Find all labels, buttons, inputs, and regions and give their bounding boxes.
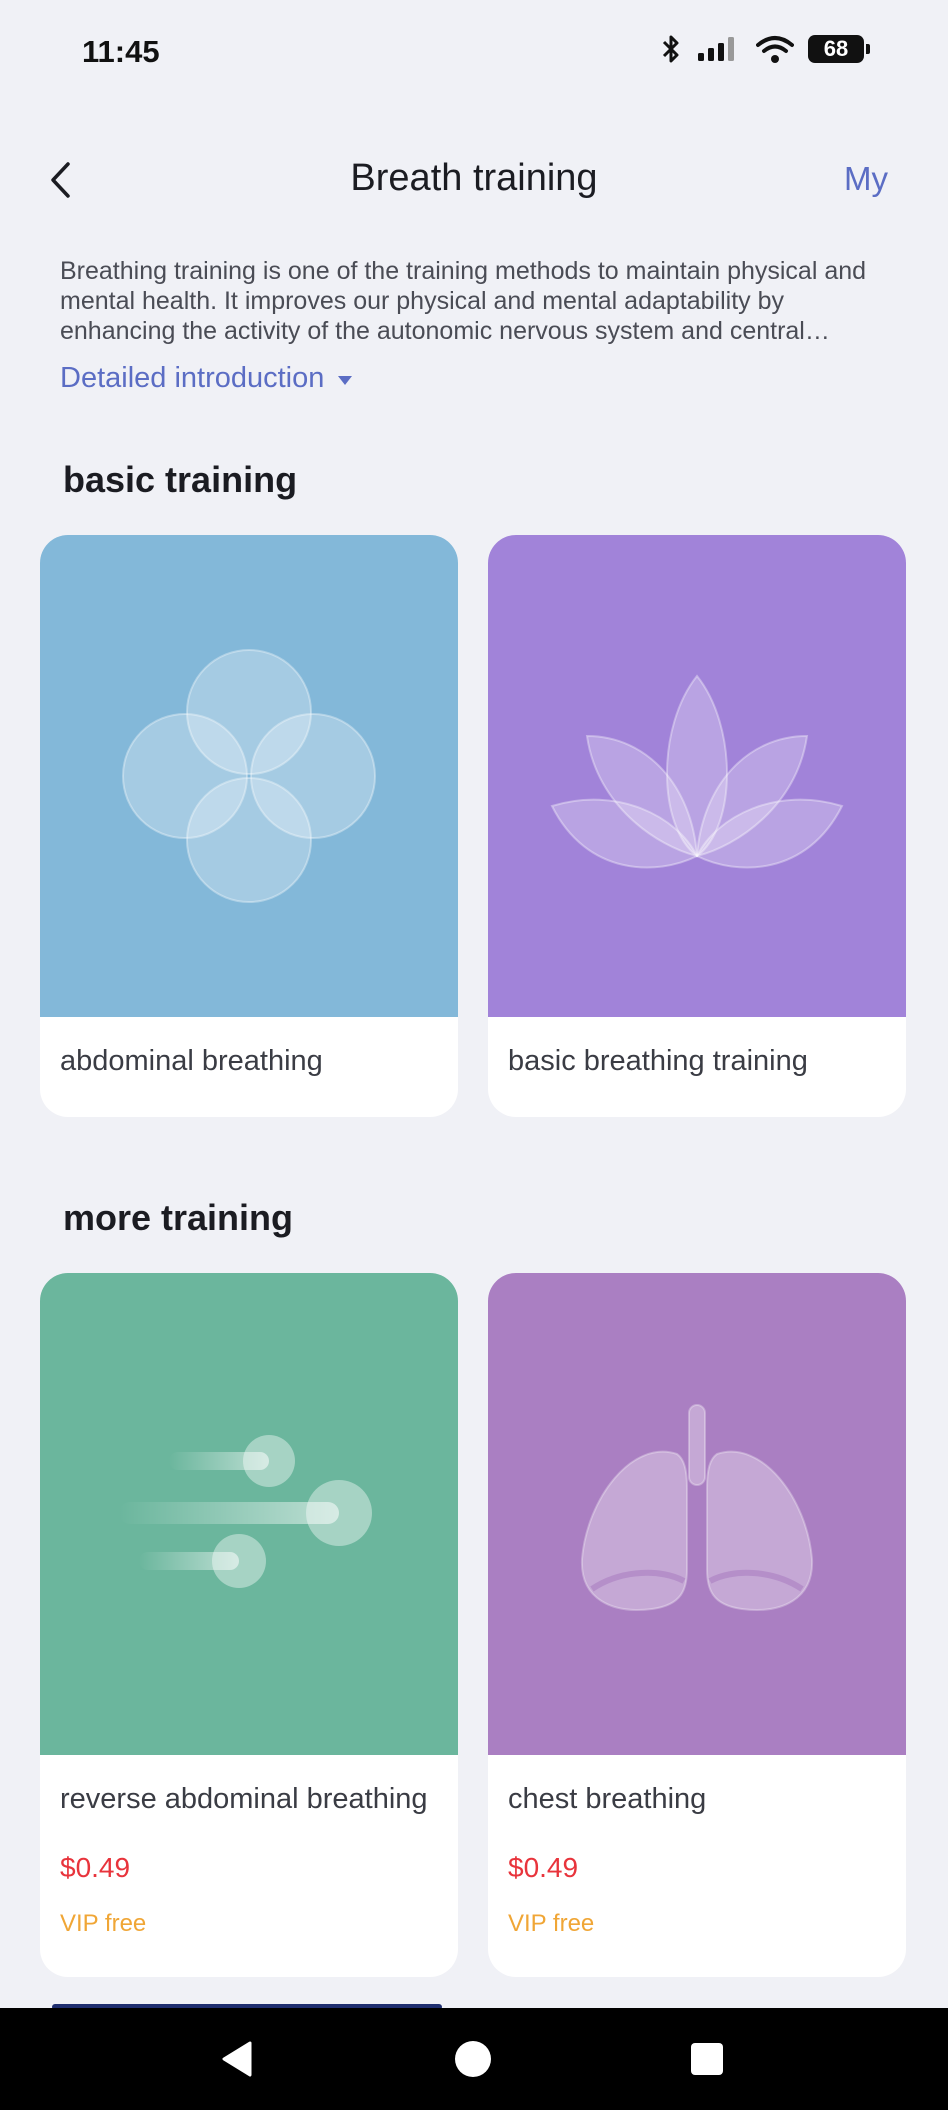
- card-title: basic breathing training: [508, 1045, 808, 1077]
- circle-home-icon: [455, 2041, 491, 2077]
- lotus-icon: [550, 674, 844, 869]
- nav-home-button[interactable]: [423, 2008, 523, 2110]
- detailed-introduction-label: Detailed introduction: [60, 362, 325, 394]
- card-vip-label: VIP free: [60, 1910, 147, 1937]
- status-icons: 68: [660, 34, 870, 64]
- card-art: [40, 1273, 458, 1755]
- signal-icon: [698, 37, 734, 61]
- card-price: $0.49: [508, 1852, 579, 1883]
- header: Breath training My: [0, 140, 948, 220]
- card-title: reverse abdominal breathing: [60, 1783, 428, 1815]
- card-abdominal-breathing[interactable]: abdominal breathing: [40, 535, 458, 1117]
- lungs-icon: [580, 1404, 814, 1611]
- status-time: 11:45: [82, 34, 160, 69]
- wind-icon: [119, 1435, 372, 1588]
- card-art: [488, 535, 906, 1017]
- nav-back-button[interactable]: [188, 2008, 288, 2110]
- detailed-introduction-link[interactable]: Detailed introduction: [60, 362, 353, 395]
- card-vip-label: VIP free: [508, 1910, 595, 1937]
- bluetooth-icon: [662, 35, 679, 63]
- card-art: [488, 1273, 906, 1755]
- card-chest-breathing[interactable]: chest breathing $0.49 VIP free: [488, 1273, 906, 1977]
- card-reverse-abdominal-breathing[interactable]: reverse abdominal breathing $0.49 VIP fr…: [40, 1273, 458, 1977]
- nav-recents-button[interactable]: [657, 2008, 757, 2110]
- status-bar: 11:45 68: [0, 0, 948, 110]
- four-circles-icon: [122, 649, 376, 903]
- caret-down-icon: [338, 375, 353, 385]
- card-basic-breathing-training[interactable]: basic breathing training: [488, 535, 906, 1117]
- section-title-more: more training: [63, 1197, 294, 1238]
- card-price: $0.49: [60, 1852, 131, 1883]
- card-title: chest breathing: [508, 1783, 707, 1815]
- section-title-basic: basic training: [63, 459, 298, 500]
- triangle-back-icon: [222, 2041, 252, 2077]
- navigation-bar: [0, 2008, 948, 2110]
- card-art: [40, 535, 458, 1017]
- card-title: abdominal breathing: [60, 1045, 323, 1077]
- square-recents-icon: [691, 2043, 723, 2075]
- battery-indicator: 68: [808, 35, 870, 63]
- wifi-icon: [756, 36, 794, 63]
- my-button[interactable]: My: [844, 160, 888, 198]
- page-title: Breath training: [350, 157, 598, 199]
- intro-text: Breathing training is one of the trainin…: [60, 257, 867, 345]
